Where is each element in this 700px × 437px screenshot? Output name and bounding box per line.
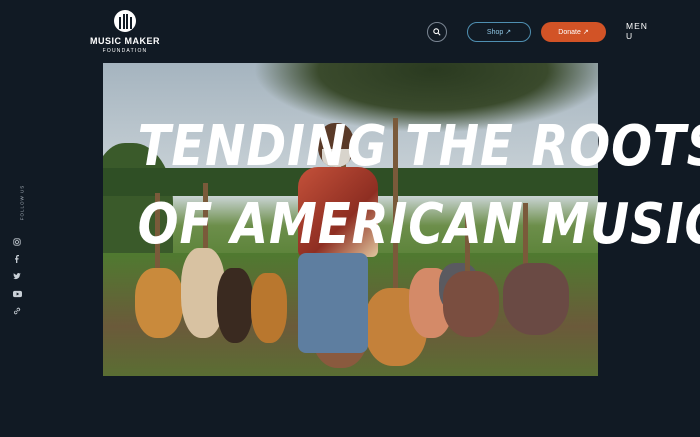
site-logo[interactable]: MUSIC MAKER FOUNDATION [80, 10, 170, 54]
donate-button-label: Donate ↗ [558, 29, 589, 36]
facebook-icon[interactable] [12, 254, 22, 264]
donate-button[interactable]: Donate ↗ [541, 22, 606, 42]
hero-headline: TENDING THE ROOTS OF AMERICAN MUSIC [137, 108, 700, 264]
link-icon[interactable] [12, 306, 22, 316]
shop-button-label: Shop ↗ [486, 29, 512, 36]
search-button[interactable] [427, 22, 447, 42]
shop-button[interactable]: Shop ↗ [467, 22, 531, 42]
instagram-icon[interactable] [12, 237, 22, 247]
logo-mark-icon [114, 10, 136, 32]
follow-us-label: FOLLOW US [19, 184, 25, 221]
twitter-icon[interactable] [12, 271, 22, 281]
search-icon [433, 28, 441, 36]
hero-headline-line-1: TENDING THE ROOTS [137, 114, 700, 179]
hero-headline-line-2: OF AMERICAN MUSIC [137, 192, 700, 257]
menu-button[interactable]: MENU [626, 21, 650, 41]
logo-name: MUSIC MAKER [90, 36, 160, 46]
logo-subtitle: FOUNDATION [102, 48, 148, 54]
youtube-icon[interactable] [12, 289, 22, 299]
